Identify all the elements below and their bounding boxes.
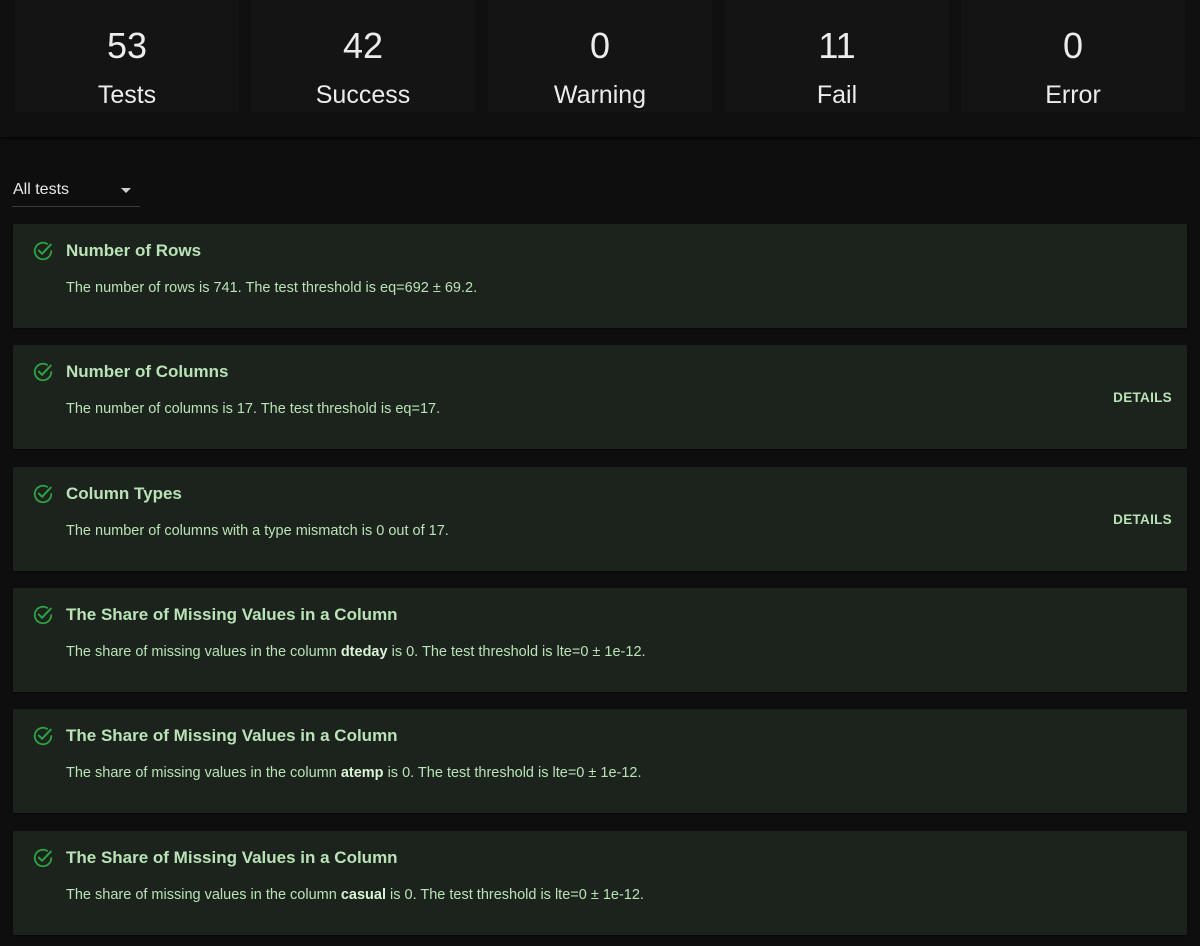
check-circle-icon: [33, 484, 53, 504]
check-circle-icon: [33, 362, 53, 382]
test-title: The Share of Missing Values in a Column: [66, 848, 398, 867]
warning-label: Warning: [553, 81, 647, 109]
tests-count: 53: [106, 25, 148, 66]
test-card-number-of-rows: Number of Rows The number of rows is 741…: [13, 224, 1187, 328]
test-card-missing-values-dteday: The Share of Missing Values in a Column …: [13, 588, 1187, 692]
summary-tests: 53 Tests: [15, 0, 239, 112]
test-card-column-types: Column Types The number of columns with …: [13, 467, 1187, 571]
check-circle-icon: [33, 605, 53, 625]
test-description: The number of columns with a type mismat…: [66, 523, 449, 539]
test-filter-select[interactable]: All tests: [12, 176, 140, 207]
test-description: The share of missing values in the colum…: [66, 887, 644, 903]
test-description: The number of rows is 741. The test thre…: [66, 280, 478, 296]
check-circle-icon: [33, 848, 53, 868]
test-card-missing-values-casual: The Share of Missing Values in a Column …: [13, 831, 1187, 935]
test-description: The share of missing values in the colum…: [66, 644, 646, 660]
test-description: The number of columns is 17. The test th…: [66, 401, 441, 417]
test-summary-bar: 53 Tests 42 Success 0 Warning 11 Fail 0 …: [0, 0, 1200, 137]
summary-fail: 11 Fail: [725, 0, 949, 112]
test-title: The Share of Missing Values in a Column: [66, 605, 398, 624]
summary-warning: 0 Warning: [488, 0, 712, 112]
success-label: Success: [315, 81, 411, 109]
fail-label: Fail: [816, 81, 858, 109]
filter-selected-value: All tests: [13, 181, 70, 198]
test-card-number-of-columns: Number of Columns The number of columns …: [13, 345, 1187, 449]
error-label: Error: [1045, 81, 1101, 109]
tests-label: Tests: [97, 81, 157, 109]
check-circle-icon: [33, 726, 53, 746]
test-description: The share of missing values in the colum…: [66, 765, 642, 781]
summary-error: 0 Error: [961, 0, 1185, 112]
details-button[interactable]: DETAILS: [1113, 390, 1172, 405]
details-button[interactable]: DETAILS: [1113, 512, 1172, 527]
summary-success: 42 Success: [251, 0, 475, 112]
test-title: Column Types: [66, 484, 182, 503]
check-circle-icon: [33, 241, 53, 261]
test-title: The Share of Missing Values in a Column: [66, 726, 398, 745]
test-card-missing-values-atemp: The Share of Missing Values in a Column …: [13, 709, 1187, 813]
test-title: Number of Rows: [66, 241, 202, 260]
success-count: 42: [342, 25, 384, 66]
warning-count: 0: [589, 25, 611, 66]
dropdown-arrow-icon: [121, 188, 131, 193]
test-title: Number of Columns: [66, 362, 229, 381]
fail-count: 11: [818, 25, 856, 66]
error-count: 0: [1062, 25, 1084, 66]
